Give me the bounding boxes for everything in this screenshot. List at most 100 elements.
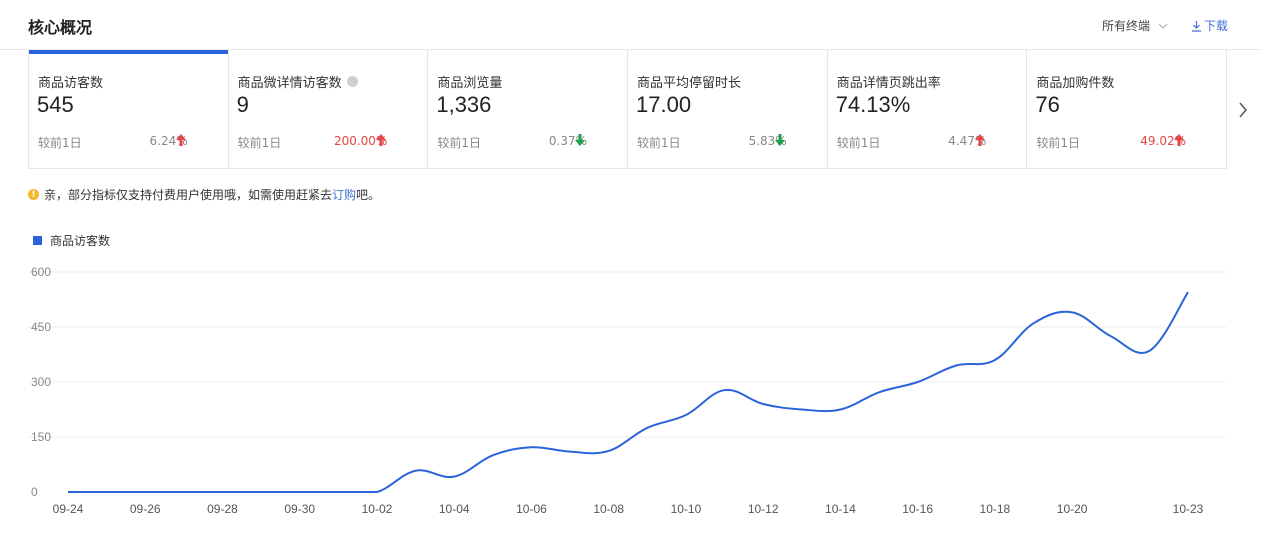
y-tick-label: 600 — [31, 265, 51, 279]
data-point[interactable] — [992, 358, 997, 363]
arrow-up-icon — [974, 134, 985, 146]
chevron-down-icon — [1158, 23, 1168, 29]
terminal-select[interactable]: 所有终端 — [1102, 17, 1168, 34]
data-point[interactable] — [529, 445, 534, 450]
notice-bar: ! 亲，部分指标仅支持付费用户使用哦，如需使用赶紧去 订购 吧。 — [28, 186, 380, 203]
download-button[interactable]: 下载 — [1191, 17, 1228, 34]
data-point[interactable] — [761, 402, 766, 407]
x-tick-label: 10-20 — [1057, 502, 1088, 516]
arrow-down-icon — [575, 134, 586, 146]
data-point[interactable] — [374, 490, 379, 495]
section-header: 核心概况 所有终端 下载 — [0, 0, 1261, 50]
x-tick-label: 09-24 — [53, 502, 84, 516]
notice-text: 亲，部分指标仅支持付费用户使用哦，如需使用赶紧去 — [44, 188, 333, 202]
data-point[interactable] — [915, 380, 920, 385]
data-point[interactable] — [799, 407, 804, 412]
series-line — [67, 291, 1189, 493]
legend-swatch — [33, 236, 42, 245]
metric-value: 545 — [37, 92, 74, 117]
x-tick-label: 10-14 — [825, 502, 856, 516]
metric-cards: 商品访客数 545 较前1日 6.24% 商品微详情访客数 9 较前1日 200… — [28, 50, 1227, 169]
metric-label: 商品微详情访客数 — [237, 76, 342, 91]
data-point[interactable] — [722, 388, 727, 393]
subscribe-link[interactable]: 订购 — [332, 186, 356, 203]
x-tick-label: 09-30 — [284, 502, 315, 516]
data-point[interactable] — [490, 453, 495, 458]
x-tick-label: 09-28 — [207, 502, 238, 516]
page-title: 核心概况 — [28, 18, 93, 37]
metric-value: 17.00 — [636, 92, 692, 117]
data-point[interactable] — [104, 490, 109, 495]
data-point[interactable] — [606, 448, 611, 453]
compare-label: 较前1日 — [637, 136, 681, 150]
metric-card-micro-detail-visitors[interactable]: 商品微详情访客数 9 较前1日 200.00% — [229, 50, 429, 168]
x-tick-label: 10-10 — [671, 502, 702, 516]
compare-label: 较前1日 — [1036, 136, 1080, 150]
x-tick-label: 10-08 — [593, 502, 624, 516]
y-tick-label: 150 — [31, 430, 51, 444]
data-point[interactable] — [1147, 348, 1152, 353]
data-point[interactable] — [336, 490, 341, 495]
x-tick-label: 10-04 — [439, 502, 470, 516]
data-point[interactable] — [1031, 321, 1036, 326]
data-point[interactable] — [181, 490, 186, 495]
compare-label: 较前1日 — [237, 136, 282, 150]
data-point[interactable] — [413, 468, 418, 473]
compare-label: 较前1日 — [38, 136, 82, 150]
arrow-up-icon — [375, 134, 386, 146]
data-point[interactable] — [683, 413, 688, 418]
metric-label-wrap: 商品微详情访客数 — [238, 72, 358, 91]
compare-label: 较前1日 — [437, 136, 481, 150]
data-point[interactable] — [838, 407, 843, 412]
metric-label: 商品加购件数 — [1036, 76, 1115, 91]
data-point[interactable] — [1186, 290, 1191, 295]
metric-card-avg-stay-time[interactable]: 商品平均停留时长 17.00 较前1日 5.83% — [628, 50, 828, 168]
line-chart: 0 150 300 450 600 09-24 09-26 09-28 09-30 10-02 10… — [28, 265, 1226, 516]
data-point[interactable] — [1070, 310, 1075, 315]
data-point[interactable] — [645, 425, 650, 430]
data-point[interactable] — [143, 490, 148, 495]
legend-label: 商品访客数 — [50, 234, 111, 248]
x-tick-label: 10-18 — [980, 502, 1011, 516]
metric-label: 商品访客数 — [38, 76, 104, 91]
x-tick-label: 10-16 — [902, 502, 933, 516]
data-point[interactable] — [66, 490, 71, 495]
download-label: 下载 — [1204, 19, 1229, 33]
data-point[interactable] — [297, 490, 302, 495]
metric-card-page-views[interactable]: 商品浏览量 1,336 较前1日 0.37% — [428, 50, 629, 168]
y-tick-label: 300 — [31, 375, 51, 389]
x-tick-label: 10-23 — [1173, 502, 1204, 516]
metric-value: 76 — [1035, 92, 1060, 117]
metric-value: 1,336 — [436, 92, 492, 117]
notice-text-end: 吧。 — [356, 188, 381, 202]
y-tick-label: 0 — [31, 485, 38, 499]
y-tick-label: 450 — [31, 320, 51, 334]
data-point[interactable] — [1108, 334, 1113, 339]
compare-label: 较前1日 — [836, 136, 881, 150]
data-point[interactable] — [568, 449, 573, 454]
arrow-up-icon — [1174, 134, 1185, 146]
data-point[interactable] — [220, 490, 225, 495]
x-tick-label: 09-26 — [130, 502, 161, 516]
metric-label: 商品详情页跳出率 — [836, 76, 941, 91]
metric-card-add-to-cart[interactable]: 商品加购件数 76 较前1日 49.02% — [1027, 50, 1226, 168]
data-point[interactable] — [877, 390, 882, 395]
terminal-select-value: 所有终端 — [1102, 19, 1151, 33]
x-tick-label: 10-12 — [748, 502, 779, 516]
arrow-down-icon — [775, 134, 786, 146]
metric-card-visitors[interactable]: 商品访客数 545 较前1日 6.24% — [29, 50, 229, 168]
info-icon: ! — [28, 189, 39, 200]
x-tick-label: 10-06 — [516, 502, 547, 516]
metric-value: 9 — [236, 92, 249, 117]
metric-card-bounce-rate[interactable]: 商品详情页跳出率 74.13% 较前1日 4.47% — [828, 50, 1028, 168]
arrow-up-icon — [176, 134, 186, 146]
download-icon — [1192, 20, 1201, 32]
chart-legend[interactable]: 商品访客数 — [33, 232, 110, 249]
data-point[interactable] — [259, 490, 264, 495]
data-point[interactable] — [452, 474, 457, 479]
data-point[interactable] — [954, 363, 959, 368]
metric-value: 74.13% — [835, 92, 911, 117]
chevron-right-icon[interactable] — [1236, 100, 1250, 120]
help-icon[interactable] — [346, 76, 358, 87]
metric-label: 商品浏览量 — [437, 76, 503, 91]
